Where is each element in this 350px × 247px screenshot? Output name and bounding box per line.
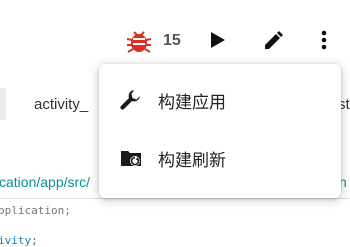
menu-item-label: 构建应用: [158, 92, 226, 113]
pencil-icon[interactable]: [262, 28, 286, 52]
divider: [0, 198, 350, 199]
build-menu: 构建应用 构建刷新: [99, 64, 341, 198]
file-path[interactable]: cation/app/src/: [0, 174, 90, 190]
bug-icon[interactable]: [124, 27, 154, 55]
wrench-icon: [118, 87, 144, 113]
code-line: ivity;: [0, 234, 38, 247]
folder-refresh-icon: [118, 145, 144, 171]
menu-item-build-app[interactable]: 构建应用: [99, 72, 341, 128]
menu-item-label: 构建刷新: [158, 150, 226, 171]
tab-indicator: [0, 88, 6, 120]
play-icon[interactable]: [206, 29, 228, 51]
menu-item-build-refresh[interactable]: 构建刷新: [99, 130, 341, 186]
bug-count: 15: [163, 32, 181, 49]
more-vert-icon[interactable]: [314, 28, 334, 52]
tab-activity[interactable]: activity_: [34, 96, 88, 113]
code-line: pplication;: [0, 204, 71, 217]
